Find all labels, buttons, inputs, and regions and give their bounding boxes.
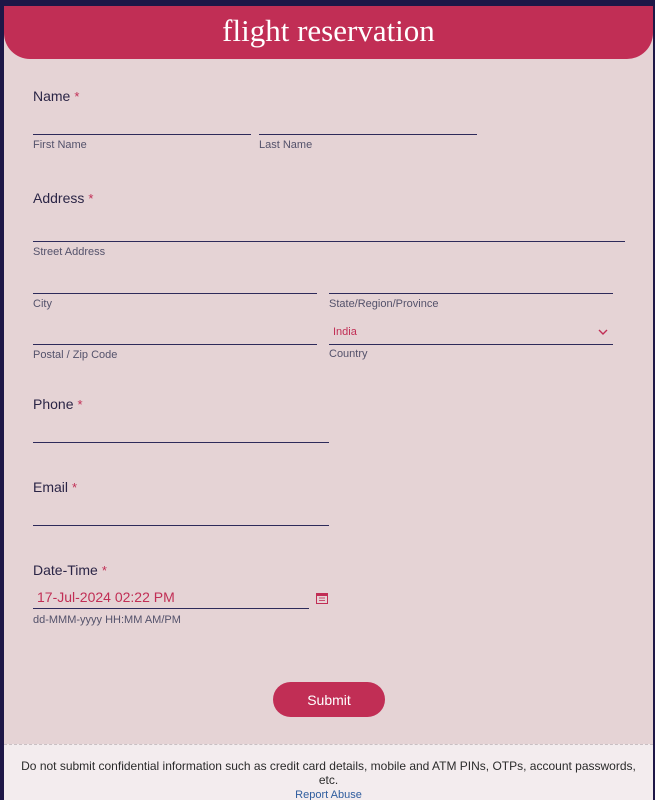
datetime-format-hint: dd-MMM-yyyy HH:MM AM/PM — [33, 614, 181, 626]
phone-input[interactable] — [33, 419, 329, 442]
required-mark: * — [77, 397, 83, 412]
submit-button[interactable]: Submit — [273, 682, 385, 717]
datetime-label: Date-Time * — [33, 562, 107, 578]
calendar-icon[interactable] — [315, 591, 329, 605]
datetime-value[interactable]: 17-Jul-2024 02:22 PM — [37, 589, 175, 605]
postal-code-sublabel: Postal / Zip Code — [33, 349, 118, 361]
state-sublabel: State/Region/Province — [329, 298, 439, 310]
first-name-field[interactable] — [33, 111, 251, 135]
form-header: flight reservation — [4, 6, 653, 59]
city-input[interactable] — [33, 270, 317, 293]
city-sublabel: City — [33, 298, 52, 310]
city-field[interactable] — [33, 270, 317, 294]
last-name-field[interactable] — [259, 111, 477, 135]
last-name-input[interactable] — [259, 111, 477, 134]
required-mark: * — [88, 191, 94, 206]
address-label: Address * — [33, 190, 93, 206]
country-value: India — [333, 326, 357, 338]
form-title: flight reservation — [222, 13, 435, 48]
required-mark: * — [74, 89, 80, 104]
first-name-sublabel: First Name — [33, 139, 87, 151]
email-field[interactable] — [33, 502, 329, 526]
footer: Do not submit confidential information s… — [4, 744, 653, 800]
report-abuse-link[interactable]: Report Abuse — [4, 789, 653, 800]
phone-label-text: Phone — [33, 396, 74, 412]
datetime-label-text: Date-Time — [33, 562, 98, 578]
email-input[interactable] — [33, 502, 329, 525]
required-mark: * — [72, 480, 78, 495]
required-mark: * — [101, 563, 107, 578]
name-label-text: Name — [33, 88, 71, 104]
postal-code-input[interactable] — [33, 321, 317, 344]
email-label: Email * — [33, 479, 77, 495]
first-name-input[interactable] — [33, 111, 251, 134]
country-select[interactable]: India — [329, 320, 613, 345]
form-card: flight reservation Name * First Name Last… — [4, 6, 653, 744]
name-label: Name * — [33, 88, 79, 104]
chevron-down-icon — [598, 329, 608, 335]
phone-label: Phone * — [33, 396, 83, 412]
street-address-input[interactable] — [33, 218, 625, 241]
state-field[interactable] — [329, 270, 613, 294]
state-input[interactable] — [329, 270, 613, 293]
confidentiality-notice: Do not submit confidential information s… — [21, 759, 636, 787]
postal-code-field[interactable] — [33, 321, 317, 345]
street-address-field[interactable] — [33, 218, 625, 242]
country-sublabel: Country — [329, 348, 368, 360]
last-name-sublabel: Last Name — [259, 139, 313, 151]
email-label-text: Email — [33, 479, 69, 495]
phone-field[interactable] — [33, 419, 329, 443]
street-address-sublabel: Street Address — [33, 246, 106, 258]
address-label-text: Address — [33, 190, 85, 206]
